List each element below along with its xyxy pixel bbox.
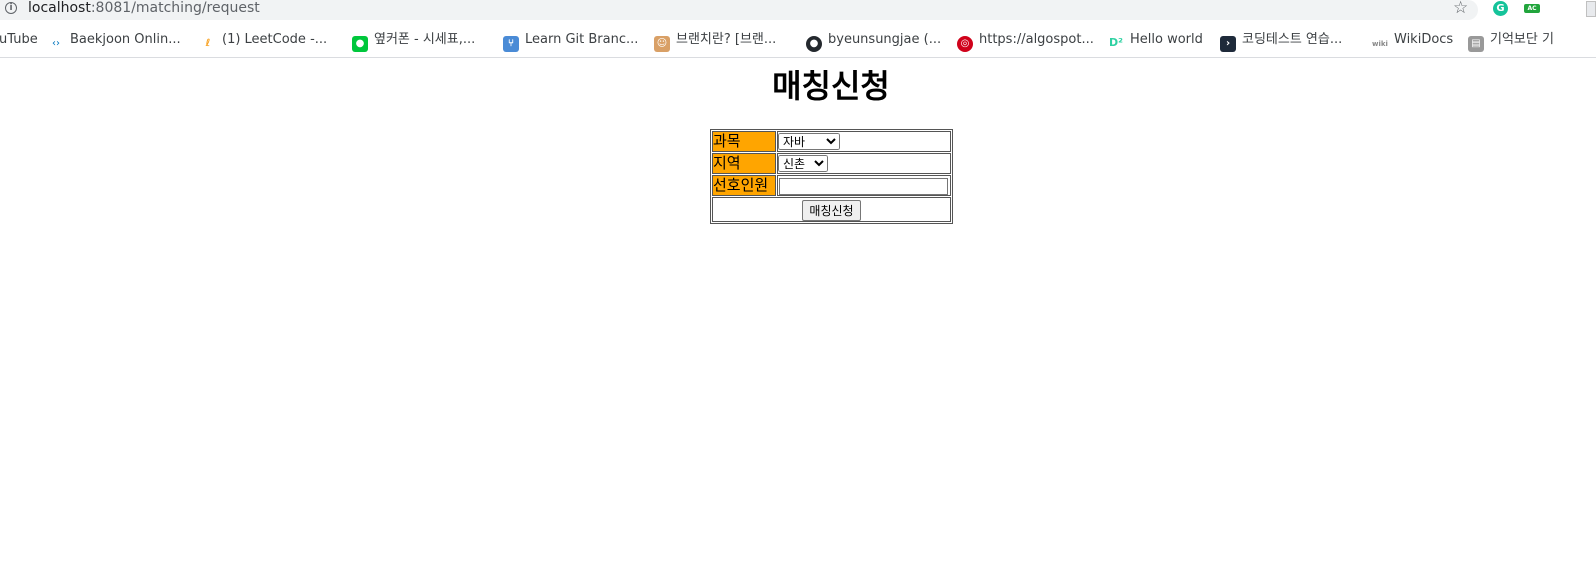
bookmark-label: uTube: [0, 32, 38, 47]
d2-icon: D²: [1109, 36, 1123, 49]
bookmark-programmers[interactable]: › 코딩테스트 연습...: [1220, 30, 1343, 52]
bookmark-label: Learn Git Branc...: [525, 32, 639, 47]
bookmark-label: (1) LeetCode -...: [222, 32, 328, 47]
matching-request-button[interactable]: 매칭신청: [802, 199, 861, 221]
green-chat-icon: ●: [352, 36, 368, 52]
browser-chrome: i localhost:8081/matching/request ☆ G AC…: [0, 0, 1596, 58]
url-host: localhost: [28, 0, 91, 16]
code-brackets-icon: ‹›: [52, 38, 60, 49]
bookmark-baekjoon[interactable]: ‹› Baekjoon Onlin...: [48, 30, 181, 50]
bookmark-yeopkeopon[interactable]: ● 옆커폰 - 시세표,...: [352, 30, 476, 52]
preferred-people-input[interactable]: [779, 177, 948, 195]
bookmark-label: 기억보단 기: [1490, 32, 1554, 47]
url-path: :8081/matching/request: [90, 0, 260, 16]
person-icon: ☺: [654, 36, 670, 52]
region-label: 지역: [712, 153, 776, 174]
ac-extension-icon[interactable]: AC: [1524, 4, 1540, 13]
bookmark-label: byeunsungjae (...: [828, 32, 942, 47]
people-cell: [777, 175, 951, 196]
target-icon: ◎: [957, 36, 973, 52]
url-text[interactable]: localhost:8081/matching/request: [28, 0, 260, 17]
grammarly-extension-icon[interactable]: G: [1493, 1, 1508, 16]
region-cell: 신촌: [777, 153, 951, 174]
bookmark-github[interactable]: ● byeunsungjae (...: [806, 30, 942, 52]
matching-form-table: 과목 자바 지역 신촌 선호인원 매칭신청: [710, 129, 953, 224]
submit-row: 매칭신청: [712, 197, 951, 222]
bookmark-label: 코딩테스트 연습...: [1242, 32, 1343, 47]
bookmarks-bar: uTube ‹› Baekjoon Onlin... ℓ (1) LeetCode …: [0, 28, 1596, 52]
notebook-icon: ▤: [1468, 36, 1484, 52]
extension-icon[interactable]: [1586, 1, 1596, 17]
bookmark-label: 옆커폰 - 시세표,...: [374, 32, 476, 47]
programmers-icon: ›: [1220, 36, 1236, 52]
page-title: 매칭신청: [772, 67, 890, 105]
bookmark-youtube[interactable]: uTube: [0, 30, 38, 50]
people-row: 선호인원: [712, 175, 951, 196]
bookmark-algospot[interactable]: ◎ https://algospot...: [957, 30, 1094, 52]
leetcode-icon: ℓ: [205, 38, 211, 49]
subject-cell: 자바: [777, 131, 951, 152]
bookmark-label: Baekjoon Onlin...: [70, 32, 181, 47]
subject-select[interactable]: 자바: [778, 133, 840, 150]
subject-label: 과목: [712, 131, 776, 152]
bookmark-star-icon[interactable]: ☆: [1453, 0, 1468, 17]
info-icon[interactable]: i: [5, 2, 17, 14]
bookmark-label: https://algospot...: [979, 32, 1094, 47]
bookmark-branch[interactable]: ☺ 브랜치란? [브랜...: [654, 30, 777, 52]
wiki-icon: wiki: [1372, 40, 1388, 48]
bookmark-hello-world[interactable]: D² Hello world: [1108, 30, 1203, 50]
subject-row: 과목 자바: [712, 131, 951, 152]
region-row: 지역 신촌: [712, 153, 951, 174]
preferred-people-label: 선호인원: [712, 175, 776, 196]
submit-cell: 매칭신청: [712, 197, 951, 222]
address-bar[interactable]: i localhost:8081/matching/request: [0, 0, 1478, 20]
bookmark-label: Hello world: [1130, 32, 1203, 47]
region-select[interactable]: 신촌: [778, 155, 828, 172]
github-icon: ●: [806, 36, 822, 52]
bookmark-learn-git[interactable]: ⑂ Learn Git Branc...: [503, 30, 639, 52]
bookmark-gieokboda[interactable]: ▤ 기억보단 기: [1468, 30, 1554, 52]
bookmark-label: WikiDocs: [1394, 32, 1454, 47]
bookmark-label: 브랜치란? [브랜...: [676, 32, 777, 47]
bookmark-leetcode[interactable]: ℓ (1) LeetCode -...: [200, 30, 328, 50]
git-branch-icon: ⑂: [503, 36, 519, 52]
bookmark-wikidocs[interactable]: wiki WikiDocs: [1372, 30, 1453, 50]
